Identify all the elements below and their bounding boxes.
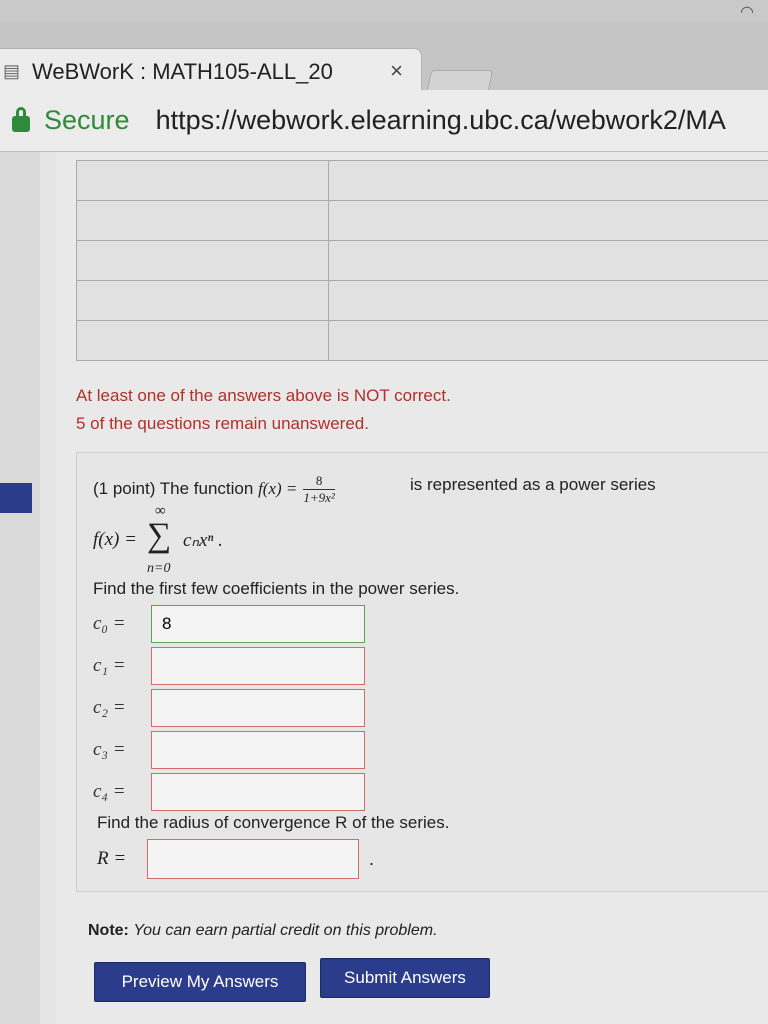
radius-input[interactable] [147, 839, 359, 879]
address-bar[interactable]: Secure https://webwork.elearning.ubc.ca/… [0, 90, 768, 152]
results-cell [76, 240, 329, 281]
coefficient-label: c₀ = [93, 613, 126, 634]
browser-tab-webwork[interactable]: ▤ WeBWorK : MATH105-ALL_20 × [0, 48, 422, 94]
coefficient-input-1[interactable] [151, 647, 365, 685]
results-cell [327, 320, 768, 361]
results-row [76, 160, 768, 201]
sigma-icon: ∑ [147, 517, 172, 554]
sigma-lower-limit: n=0 [147, 561, 171, 576]
preview-answers-button[interactable]: Preview My Answers [94, 962, 306, 1002]
tab-close-icon[interactable]: × [390, 58, 403, 84]
tab-title: WeBWorK : MATH105-ALL_20 [32, 58, 333, 84]
series-lhs: f(x) = [93, 529, 137, 550]
coefficient-row-3: c₃ = [93, 731, 365, 769]
results-cell [76, 200, 329, 241]
coefficient-input-0[interactable] [151, 605, 365, 643]
coefficient-label: c₄ = [93, 781, 126, 802]
submit-answers-button[interactable]: Submit Answers [320, 958, 490, 998]
find-radius-text: Find the radius of convergence R of the … [97, 813, 450, 832]
fraction: 8 1+9x² [303, 473, 335, 506]
problem-box: (1 point) The function f(x) = 8 1+9x² is r… [76, 452, 768, 892]
results-table [76, 160, 768, 361]
coefficient-row-1: c₁ = [93, 647, 365, 685]
results-cell [76, 320, 329, 361]
results-cell [327, 160, 768, 201]
results-row [76, 240, 768, 281]
results-cell [327, 200, 768, 241]
coefficient-label: c₁ = [93, 655, 126, 676]
lock-icon [12, 106, 30, 132]
problem-statement: (1 point) The function f(x) = 8 1+9x² [93, 473, 341, 506]
radius-period: . [369, 848, 375, 869]
power-series-formula: f(x) = ∞ ∑ cₙxⁿ . n=0 [93, 503, 313, 576]
coefficient-row-2: c₂ = [93, 689, 365, 727]
note-text: You can earn partial credit on this prob… [133, 922, 438, 939]
results-row [76, 200, 768, 241]
wifi-icon: ◠ [740, 4, 754, 21]
url-text[interactable]: https://webwork.elearning.ubc.ca/webwork… [156, 105, 726, 136]
problem-intro-text: (1 point) The function [93, 478, 259, 498]
results-cell [327, 240, 768, 281]
incorrect-message: At least one of the answers above is NOT… [76, 386, 451, 405]
radius-label: R = [97, 848, 127, 869]
coefficient-row-0: c₀ = [93, 605, 365, 643]
browser-tab-strip: ▤ WeBWorK : MATH105-ALL_20 × [0, 22, 768, 100]
results-row [76, 280, 768, 321]
results-cell [76, 160, 329, 201]
coefficient-input-4[interactable] [151, 773, 365, 811]
coefficient-row-4: c₄ = [93, 773, 365, 811]
webwork-favicon-icon: ▤ [3, 61, 21, 81]
series-term: cₙxⁿ . [183, 530, 223, 551]
coefficient-label: c₃ = [93, 739, 126, 760]
partial-credit-note: Note: You can earn partial credit on thi… [88, 922, 438, 940]
problem-content: At least one of the answers above is NOT… [56, 152, 768, 1024]
find-coefficients-text: Find the first few coefficients in the p… [93, 579, 460, 598]
results-cell [76, 280, 329, 321]
coefficient-input-2[interactable] [151, 689, 365, 727]
screen-bezel: ◠ [0, 0, 768, 22]
page-viewport: At least one of the answers above is NOT… [0, 152, 768, 1024]
note-label: Note: [88, 922, 129, 939]
left-sidebar [0, 152, 40, 1024]
problem-intro-suffix: is represented as a power series [410, 475, 656, 494]
coefficient-input-3[interactable] [151, 731, 365, 769]
fraction-numerator: 8 [303, 473, 335, 490]
sidebar-nav-tab[interactable] [0, 483, 32, 513]
function-name: f(x) = [258, 478, 298, 498]
results-cell [327, 280, 768, 321]
results-row [76, 320, 768, 361]
radius-row: R = . [97, 839, 374, 879]
unanswered-message: 5 of the questions remain unanswered. [76, 414, 369, 433]
secure-label: Secure [44, 105, 130, 135]
coefficient-label: c₂ = [93, 697, 126, 718]
